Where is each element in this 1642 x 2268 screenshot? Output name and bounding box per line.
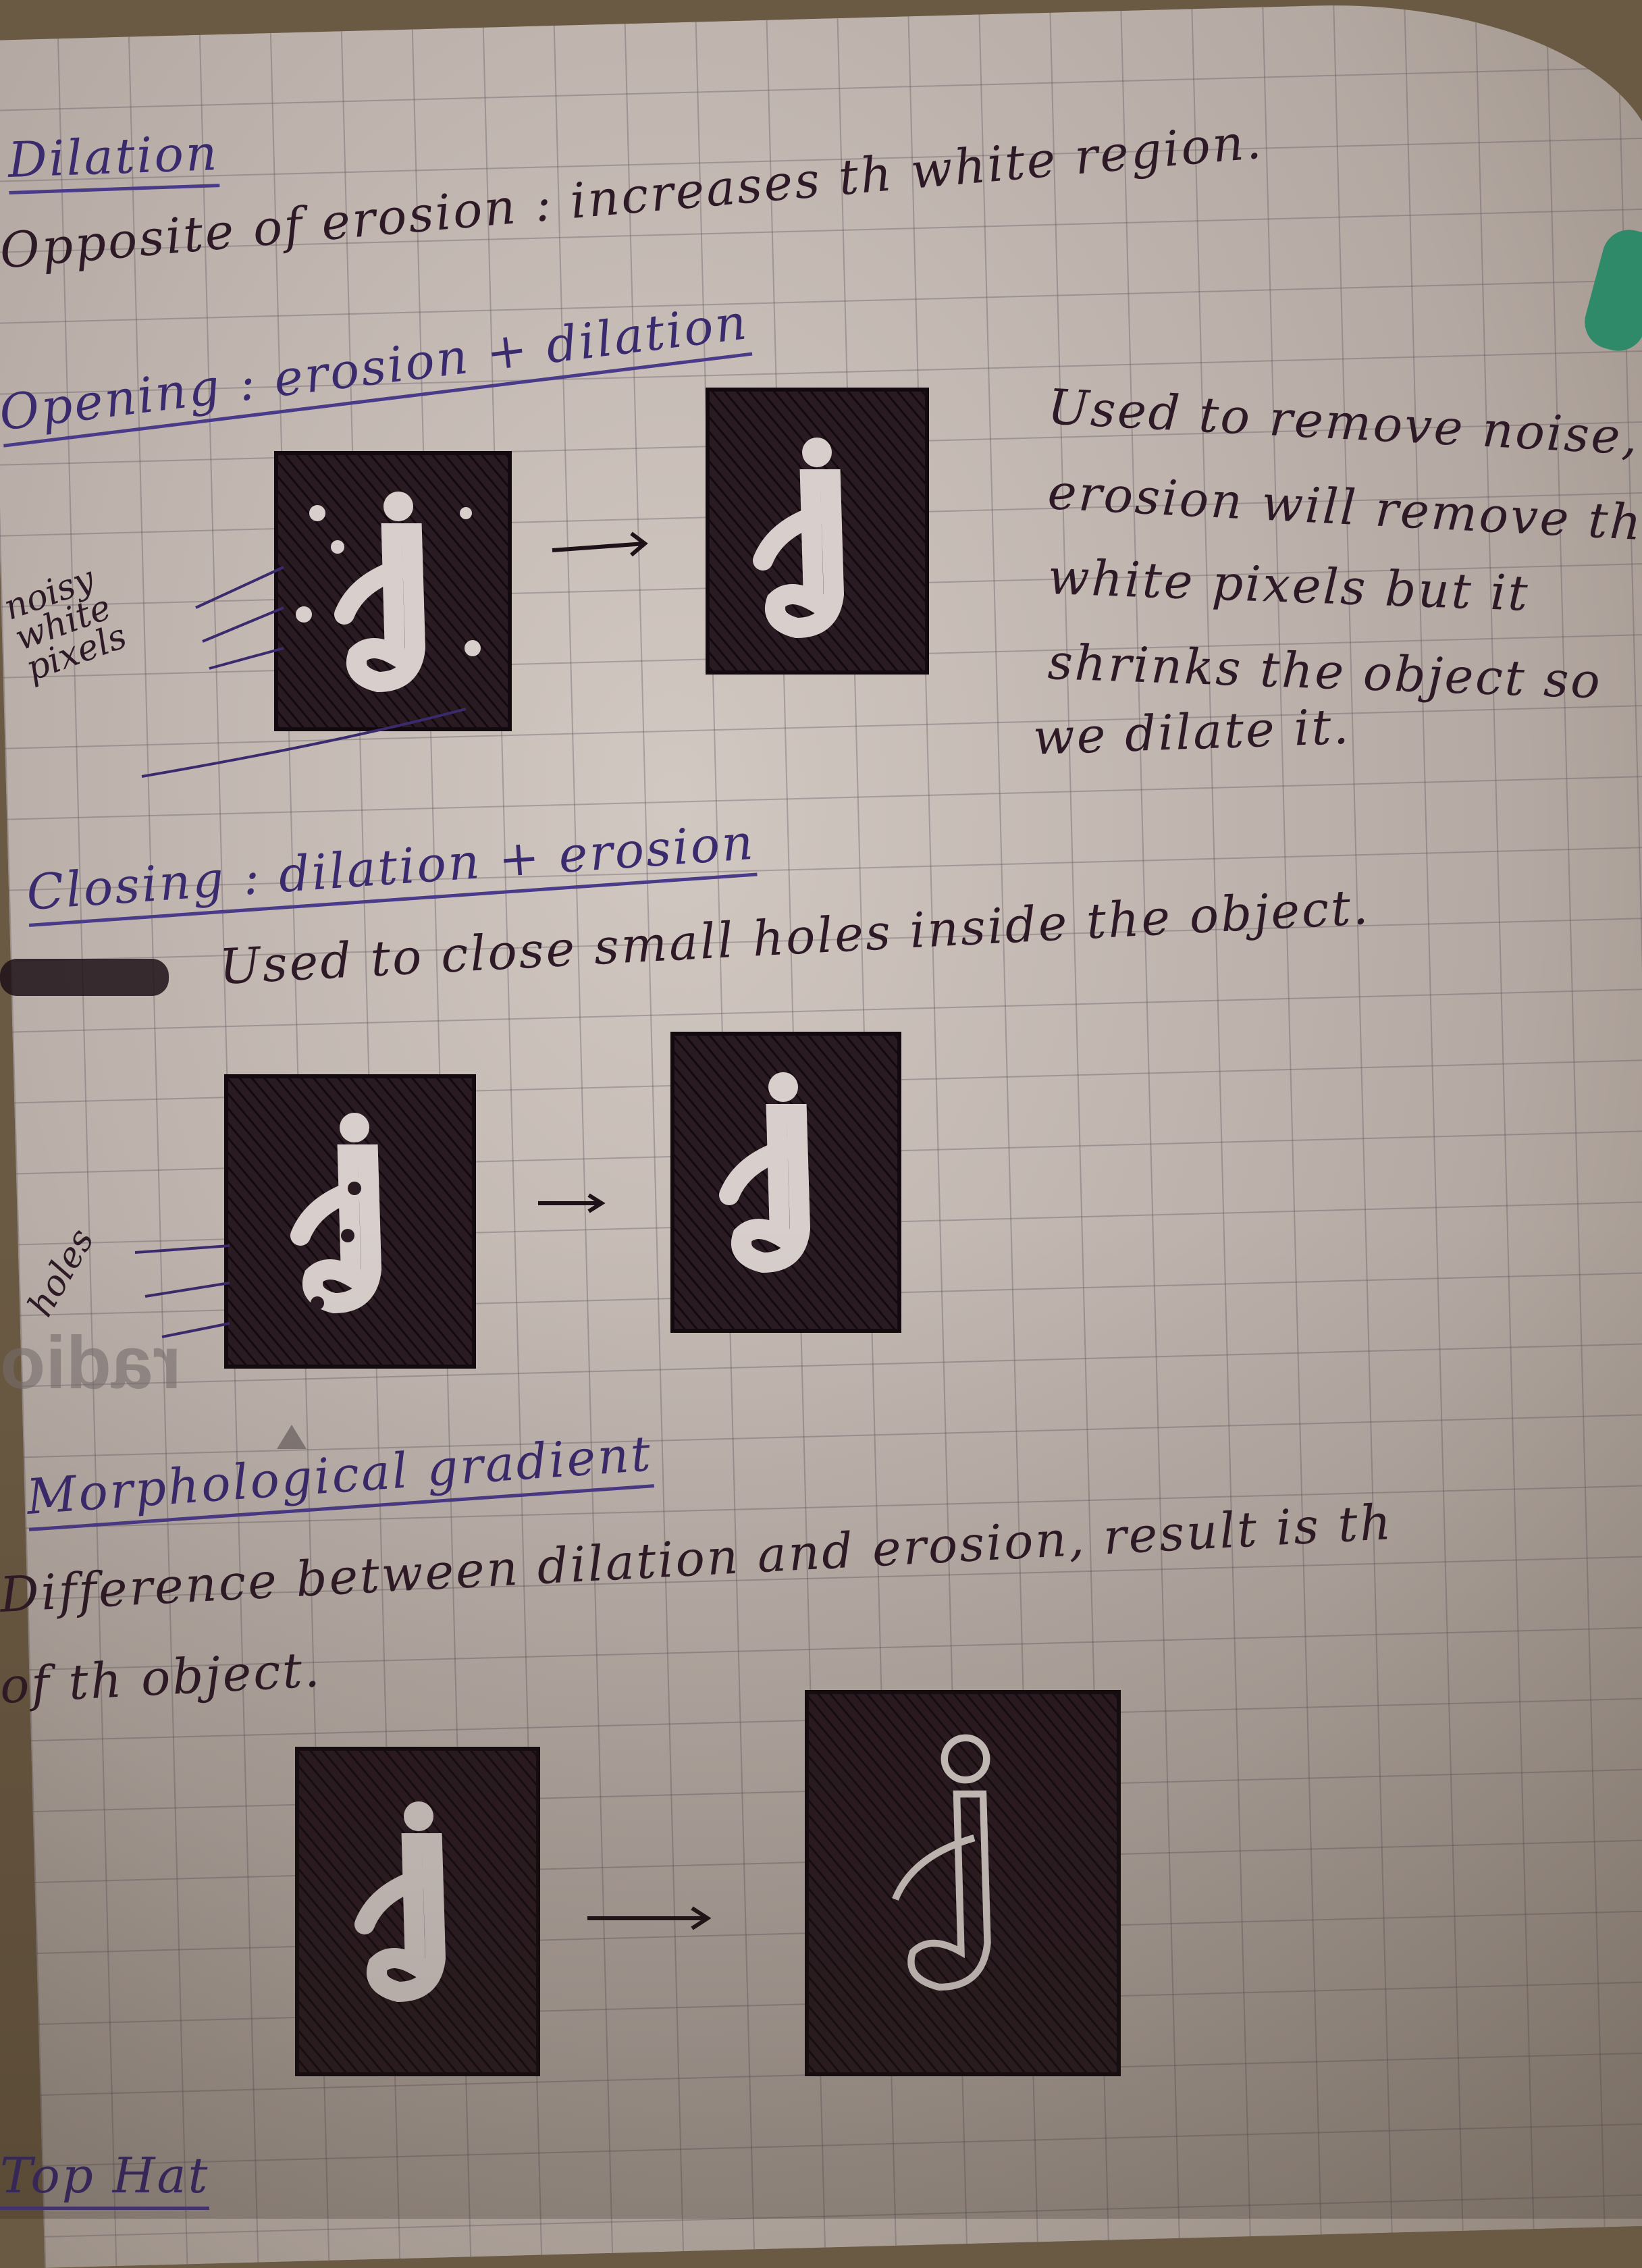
arrow-icon xyxy=(587,1906,712,1930)
arrow-icon xyxy=(552,531,648,557)
opening-after-sketch xyxy=(706,388,929,675)
gradient-after-sketch xyxy=(805,1690,1121,2076)
closing-before-sketch xyxy=(224,1074,476,1369)
arrow-icon xyxy=(538,1193,606,1213)
sketches xyxy=(134,388,1121,2076)
gradient-before-sketch xyxy=(295,1747,540,2076)
opening-before-sketch xyxy=(274,451,512,731)
closing-after-sketch xyxy=(670,1032,901,1333)
